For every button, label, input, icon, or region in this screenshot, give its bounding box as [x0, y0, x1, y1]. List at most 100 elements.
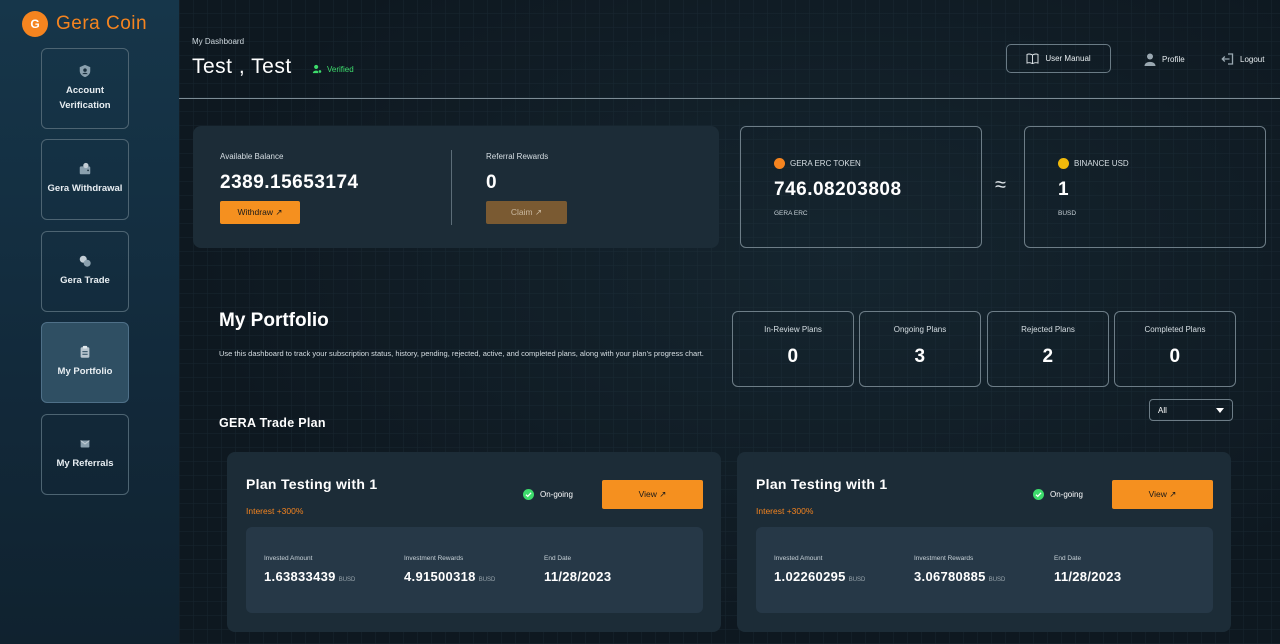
gera-token-unit: GERA ERC — [774, 210, 808, 217]
busd-card: BINANCE USD 1 BUSD — [1024, 126, 1266, 248]
logout-link[interactable]: Logout — [1221, 53, 1264, 65]
invested-amount-number: 1.63833439 — [264, 569, 336, 584]
investment-rewards-number: 3.06780885 — [914, 569, 986, 584]
withdraw-button[interactable]: Withdraw ↗ — [220, 201, 300, 224]
plan-interest: Interest +300% — [756, 506, 814, 516]
plan-card: Plan Testing with 1 Interest +300% On-go… — [737, 452, 1231, 632]
divider — [451, 150, 452, 225]
stat-rejected[interactable]: Rejected Plans 2 — [987, 311, 1109, 387]
portfolio-description: Use this dashboard to track your subscri… — [219, 349, 704, 358]
verified-user-icon — [312, 64, 322, 74]
unit-label: BUSD — [848, 577, 866, 583]
investment-rewards-value: 4.91500318 BUSD — [404, 569, 495, 584]
plan-details: Invested Amount 1.63833439 BUSD Investmen… — [246, 527, 703, 613]
stat-label: Ongoing Plans — [893, 325, 947, 334]
stat-value: 0 — [1169, 346, 1181, 367]
profile-link[interactable]: Profile — [1144, 53, 1185, 66]
available-balance-label: Available Balance — [220, 152, 284, 161]
available-balance-value: 2389.15653174 — [220, 172, 359, 193]
logout-label: Logout — [1240, 54, 1265, 64]
chevron-down-icon — [1216, 407, 1224, 413]
plan-filter-select[interactable]: All — [1149, 399, 1233, 421]
gera-token-header: GERA ERC TOKEN — [774, 158, 861, 169]
sidebar-item-label: My Portfolio — [57, 366, 113, 378]
sidebar-item-account-verification[interactable]: Account Verification — [41, 48, 129, 129]
section-title: GERA Trade Plan — [219, 416, 326, 430]
unit-label: BUSD — [988, 577, 1006, 583]
logout-icon — [1221, 53, 1234, 65]
sidebar: G Gera Coin Account Verification Gera Wi… — [0, 0, 179, 644]
sidebar-item-gera-withdrawal[interactable]: Gera Withdrawal — [41, 139, 129, 220]
busd-unit: BUSD — [1058, 210, 1077, 217]
sidebar-item-my-referrals[interactable]: My Referrals — [41, 414, 129, 495]
sidebar-item-label: My Referrals — [56, 458, 114, 470]
plan-status: On-going — [523, 489, 573, 500]
plan-status-label: On-going — [540, 490, 573, 499]
stat-value: 3 — [914, 346, 926, 367]
check-circle-icon — [523, 489, 534, 500]
user-manual-label: User Manual — [1045, 54, 1091, 63]
balance-card: Available Balance 2389.15653174 Withdraw… — [193, 126, 719, 248]
invested-amount-value: 1.02260295 BUSD — [774, 569, 865, 584]
header: My Dashboard Test , Test Verified User M… — [179, 0, 1280, 99]
end-date-label: End Date — [544, 555, 572, 562]
invested-amount-label: Invested Amount — [264, 555, 313, 562]
view-plan-button[interactable]: View ↗ — [602, 480, 703, 509]
clipboard-icon — [80, 346, 90, 359]
referral-icon — [80, 440, 90, 448]
investment-rewards-label: Investment Rewards — [404, 555, 464, 562]
trade-icon — [79, 256, 91, 268]
logo[interactable]: G Gera Coin — [22, 10, 147, 38]
stat-label: Completed Plans — [1144, 325, 1206, 334]
busd-coin-icon — [1058, 158, 1069, 169]
unit-label: BUSD — [338, 577, 356, 583]
stat-completed[interactable]: Completed Plans 0 — [1114, 311, 1236, 387]
wallet-icon — [79, 163, 91, 175]
plan-details: Invested Amount 1.02260295 BUSD Investmen… — [756, 527, 1213, 613]
gera-logo-icon: G — [22, 11, 48, 37]
stat-ongoing[interactable]: Ongoing Plans 3 — [859, 311, 981, 387]
profile-icon — [1144, 53, 1156, 66]
sidebar-item-label: Gera Withdrawal — [47, 183, 123, 195]
profile-label: Profile — [1162, 55, 1185, 64]
main-content: My Dashboard Test , Test Verified User M… — [179, 0, 1280, 644]
plan-title: Plan Testing with 1 — [756, 476, 888, 492]
logo-text: Gera Coin — [56, 13, 148, 34]
stat-label: In-Review Plans — [764, 325, 822, 334]
end-date-value: 11/28/2023 — [544, 569, 612, 584]
stat-in-review[interactable]: In-Review Plans 0 — [732, 311, 854, 387]
invested-amount-label: Invested Amount — [774, 555, 823, 562]
sidebar-item-my-portfolio[interactable]: My Portfolio — [41, 322, 129, 403]
stat-value: 2 — [1042, 346, 1054, 367]
investment-rewards-value: 3.06780885 BUSD — [914, 569, 1005, 584]
stat-label: Rejected Plans — [1021, 325, 1075, 334]
breadcrumb[interactable]: My Dashboard — [192, 37, 244, 46]
gera-token-label: GERA ERC TOKEN — [790, 159, 861, 168]
investment-rewards-label: Investment Rewards — [914, 555, 974, 562]
end-date-label: End Date — [1054, 555, 1082, 562]
plan-status: On-going — [1033, 489, 1083, 500]
user-manual-button[interactable]: User Manual — [1006, 44, 1111, 73]
gera-coin-icon — [774, 158, 785, 169]
referral-rewards-value: 0 — [486, 172, 498, 193]
plan-card: Plan Testing with 1 Interest +300% On-go… — [227, 452, 721, 632]
plan-interest: Interest +300% — [246, 506, 304, 516]
verified-badge: Verified — [312, 64, 354, 74]
investment-rewards-number: 4.91500318 — [404, 569, 476, 584]
approx-symbol: ≈ — [995, 174, 1006, 196]
invested-amount-number: 1.02260295 — [774, 569, 846, 584]
verified-label: Verified — [327, 64, 354, 74]
check-circle-icon — [1033, 489, 1044, 500]
claim-button[interactable]: Claim ↗ — [486, 201, 567, 224]
book-icon — [1026, 53, 1039, 64]
user-shield-icon — [79, 64, 91, 77]
referral-rewards-label: Referral Rewards — [486, 152, 549, 161]
sidebar-item-gera-trade[interactable]: Gera Trade — [41, 231, 129, 312]
busd-header: BINANCE USD — [1058, 158, 1129, 169]
unit-label: BUSD — [478, 577, 496, 583]
end-date-value: 11/28/2023 — [1054, 569, 1122, 584]
busd-label: BINANCE USD — [1074, 159, 1129, 168]
busd-value: 1 — [1058, 179, 1070, 200]
view-plan-button[interactable]: View ↗ — [1112, 480, 1213, 509]
stat-value: 0 — [787, 346, 799, 367]
